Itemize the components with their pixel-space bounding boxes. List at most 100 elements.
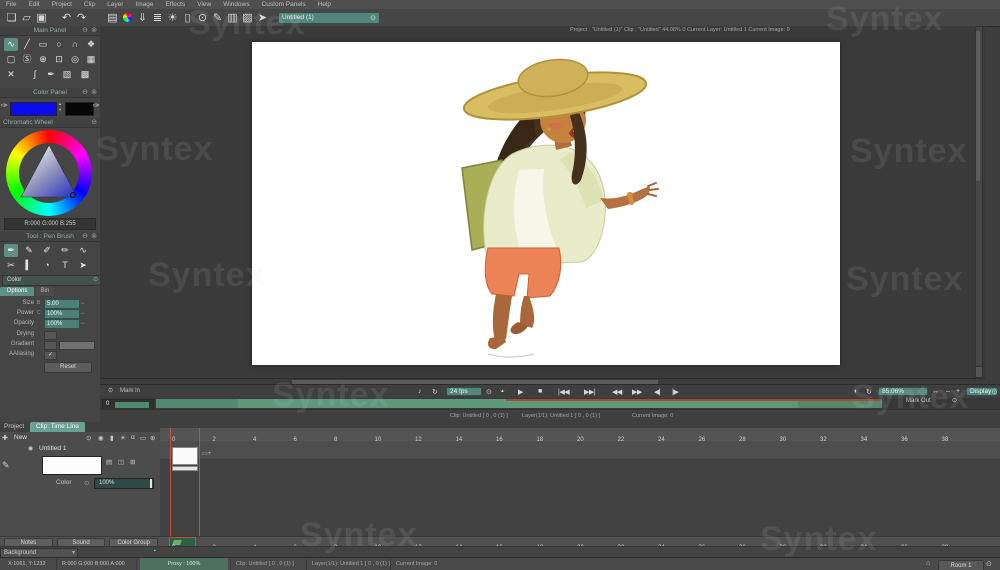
camera-tool-icon[interactable]: ▦ — [84, 53, 98, 66]
alpha-icon[interactable]: α — [131, 434, 135, 441]
new-layer-button[interactable]: New — [14, 434, 27, 441]
primary-color-swatch[interactable] — [10, 102, 57, 116]
go-first-icon[interactable]: |◀◀ — [558, 388, 569, 396]
new-cell-marker[interactable]: ▭+ — [202, 450, 211, 457]
magnifier-icon[interactable]: ⊕ — [150, 434, 155, 442]
zoom-range-icon[interactable]: ↔ — [932, 388, 939, 395]
setting-badge[interactable]: B — [37, 299, 40, 308]
workspace-icon[interactable]: ▤ — [105, 10, 120, 26]
secondary-color-swatch[interactable] — [65, 102, 94, 116]
blend-dropdown-icon[interactable]: ⊙ — [84, 479, 89, 487]
loop-icon[interactable]: ↻ — [432, 388, 437, 396]
frame-number[interactable]: 30 — [768, 434, 809, 441]
close-icon[interactable]: ⊗ — [91, 88, 97, 97]
frame-number[interactable]: 38 — [930, 434, 971, 441]
timeline-scrub-bar[interactable] — [156, 399, 882, 408]
color-wheel[interactable] — [6, 130, 92, 216]
magnifier-icon[interactable]: ⊙ — [195, 10, 210, 26]
back-1-icon[interactable]: ◀| — [654, 388, 660, 396]
frame-number[interactable]: 32 — [808, 434, 849, 441]
v-scrollbar[interactable] — [975, 26, 983, 368]
pin-icon[interactable]: ✚ — [2, 434, 8, 442]
frame-number[interactable]: 34 — [849, 434, 890, 441]
project-selector[interactable]: Untitled (1) ⊙ — [278, 12, 380, 24]
menu-item[interactable]: Image — [129, 0, 159, 9]
record-icon[interactable]: ⊙ — [486, 388, 491, 396]
zoom-out-icon[interactable]: – — [946, 388, 949, 395]
clock-icon[interactable]: ◔ — [152, 548, 156, 555]
squiggle-brush-icon[interactable]: ∿ — [76, 244, 90, 257]
light-icon[interactable]: ☀ — [120, 434, 126, 442]
gradient-bar[interactable] — [59, 341, 95, 350]
frame-number[interactable]: 16 — [484, 434, 525, 441]
import-icon[interactable]: ⇓ — [135, 10, 150, 26]
color-wheel-icon[interactable] — [120, 10, 135, 26]
frame-number[interactable]: 4 — [241, 434, 282, 441]
opacity-slider-handle[interactable] — [150, 479, 152, 488]
forward-2-icon[interactable]: ▶▶ — [632, 388, 642, 396]
toggle-checkbox[interactable] — [44, 341, 57, 350]
viewport[interactable]: Project : "Untitled (1)" Clip : "Untitle… — [100, 26, 985, 378]
scroll-corner[interactable] — [975, 366, 983, 378]
range-slider-icon[interactable]: ↔ — [80, 299, 86, 308]
mark-out-icon[interactable]: ⊙ — [952, 397, 957, 404]
menu-item[interactable]: Effects — [159, 0, 191, 9]
menu-item[interactable]: File — [0, 0, 22, 9]
page-turn-icon[interactable]: ▧ — [60, 68, 74, 81]
reset-button[interactable]: Reset — [44, 362, 92, 373]
add-cells-icon[interactable]: ⊞ — [130, 458, 135, 466]
transform-tool-icon[interactable]: ✕ — [4, 68, 18, 81]
cursor-icon[interactable]: ➤ — [255, 10, 270, 26]
menu-item[interactable]: Help — [312, 0, 337, 9]
select-auto-icon[interactable]: Ⓢ — [20, 53, 34, 66]
menu-item[interactable]: Custom Panels — [256, 0, 312, 9]
pencil-brush-icon[interactable]: ✎ — [22, 244, 36, 257]
display-dropdown[interactable]: Display ⊙ — [966, 387, 998, 396]
pen-brush-icon[interactable]: ✒ — [4, 244, 18, 257]
new-file-icon[interactable]: ❏ — [4, 10, 19, 26]
frame-number[interactable]: 6 — [282, 434, 323, 441]
rotate-view-icon[interactable]: ↻ — [866, 388, 871, 396]
mark-out-label[interactable]: Mark Out — [906, 398, 931, 404]
eye-icon[interactable]: ◉ — [98, 434, 104, 442]
arc-tool-icon[interactable]: ∩ — [68, 38, 82, 51]
save-icon[interactable]: ▣ — [34, 10, 49, 26]
footer-frame-ruler[interactable]: 02468101214161820222426283032343638 — [160, 536, 1000, 546]
frame-number[interactable]: 22 — [606, 434, 647, 441]
frame-number[interactable]: 14 — [444, 434, 485, 441]
menu-item[interactable]: Edit — [22, 0, 45, 9]
frame-number[interactable]: 0 — [160, 434, 201, 441]
pattern-tool-icon[interactable]: ▩ — [78, 68, 92, 81]
layers-icon[interactable]: ≣ — [150, 10, 165, 26]
menu-item[interactable]: Clip — [78, 0, 101, 9]
pen-nib-icon[interactable]: ✒ — [44, 68, 58, 81]
brush-cup-icon[interactable]: ✎ — [210, 10, 225, 26]
select-rect-icon[interactable]: ▢ — [4, 53, 18, 66]
collapse-icon[interactable]: ⊖ — [82, 232, 88, 241]
eyedropper-icon[interactable]: ✑ — [1, 101, 8, 110]
arrow-tool-icon[interactable]: ➤ — [76, 259, 90, 272]
timeline-track-area[interactable] — [160, 428, 1000, 546]
thumbnail-toggle-icon[interactable]: ▭ — [140, 434, 146, 442]
collapse-icon[interactable]: ⊖ — [82, 88, 88, 97]
cutter-tool-icon[interactable]: ✂ — [4, 259, 18, 272]
room-selector[interactable]: Room 1 — [938, 560, 984, 570]
chevron-down-icon[interactable]: ⊙ — [991, 388, 997, 396]
eyedropper-icon[interactable]: ✑ — [93, 101, 100, 110]
setting-input[interactable]: 5.00 — [44, 299, 80, 309]
pan-tool-icon[interactable]: ⊡ — [52, 53, 66, 66]
fill-tool-icon[interactable]: ◔ — [40, 259, 54, 272]
airbrush-icon[interactable]: ✐ — [40, 244, 54, 257]
layer-current-radio[interactable]: ◉ — [28, 445, 33, 452]
setting-badge[interactable]: C — [37, 309, 41, 318]
tab-bin[interactable]: Bin — [36, 287, 54, 296]
frame-number[interactable]: 28 — [727, 434, 768, 441]
menu-item[interactable]: Layer — [101, 0, 129, 9]
play-icon[interactable]: ▶ — [518, 388, 523, 396]
tab-clip-timeline[interactable]: Clip: Time Line — [30, 422, 85, 432]
frame-cell[interactable] — [172, 447, 198, 465]
panel-icon[interactable]: ▯ — [180, 10, 195, 26]
mixer-icon[interactable]: ▨ — [240, 10, 255, 26]
text-tool-icon[interactable]: T — [58, 259, 72, 272]
redo-icon[interactable]: ↷ — [74, 10, 89, 26]
